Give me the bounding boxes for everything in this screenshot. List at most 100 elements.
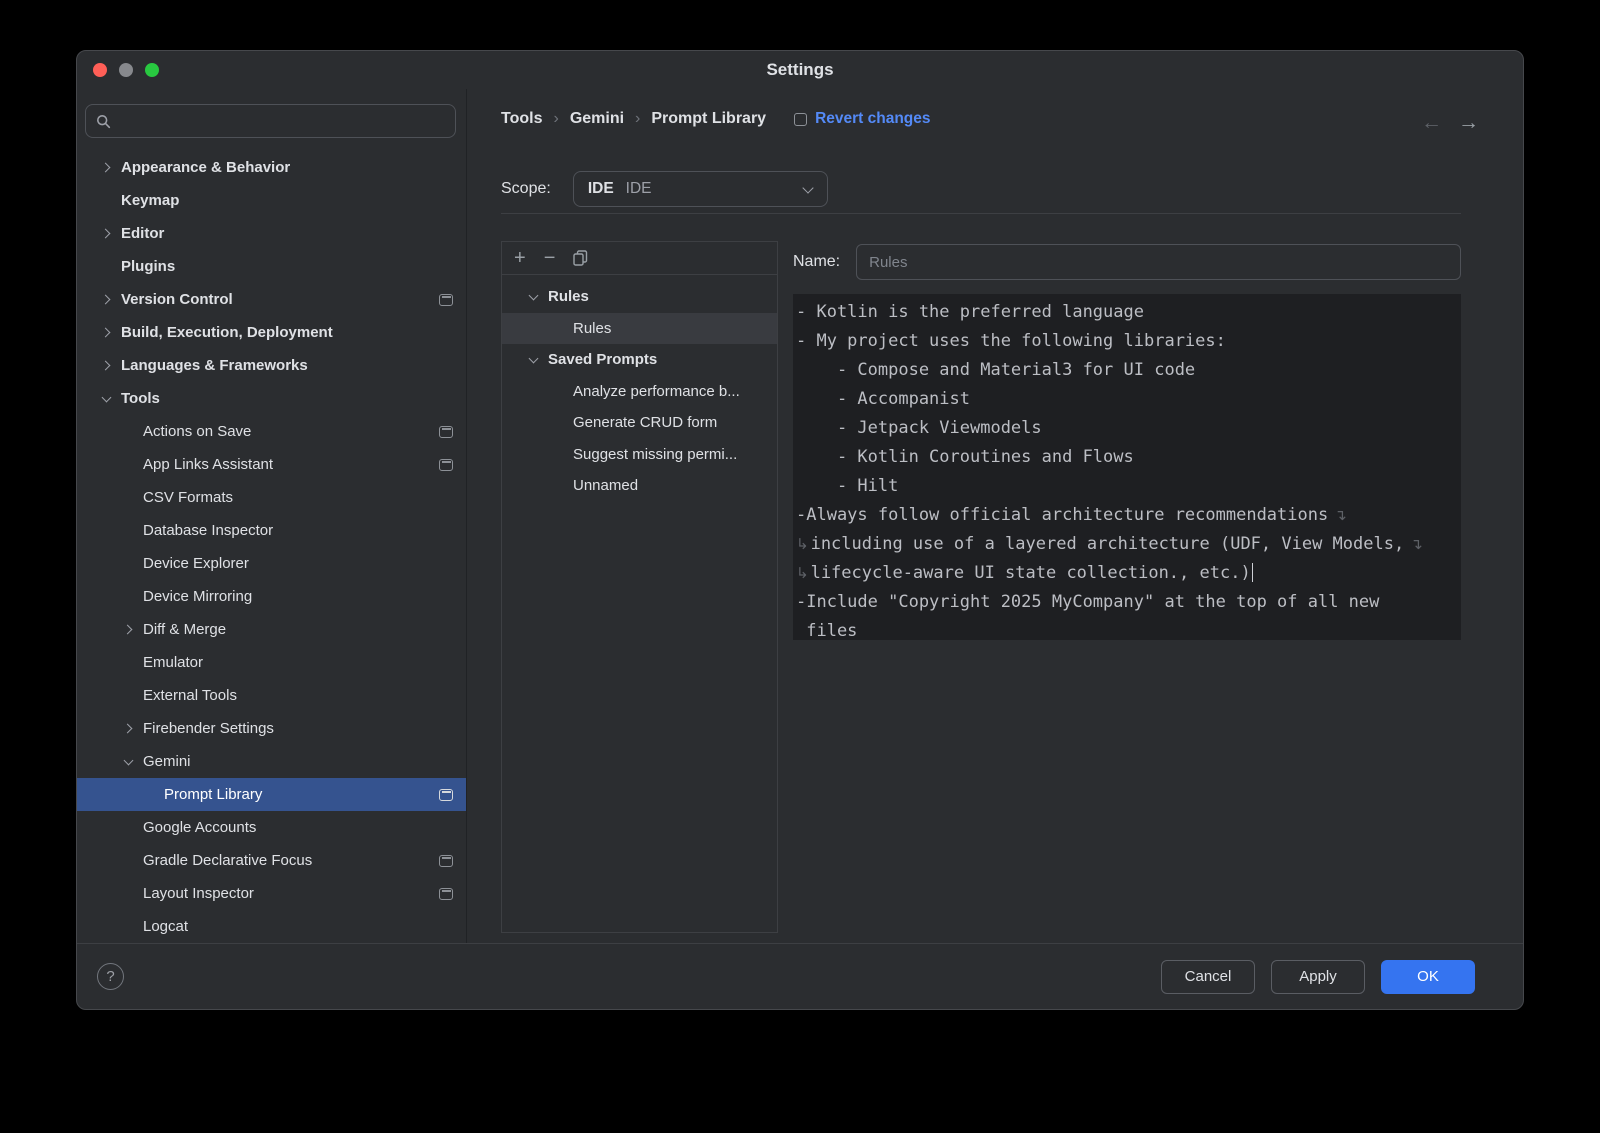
sidebar-item-prompt-library[interactable]: Prompt Library [77,778,466,811]
back-arrow-icon[interactable]: ← [1421,111,1442,135]
maximize-button[interactable] [145,63,159,77]
chevron-down-icon[interactable] [526,352,542,368]
sidebar-item-firebender-settings[interactable]: Firebender Settings [77,712,466,745]
sidebar-item-keymap[interactable]: Keymap [77,184,466,217]
prompt-item-suggest-missing-permi[interactable]: Suggest missing permi... [502,439,777,471]
chevron-spacer [121,688,137,704]
chevron-right-icon[interactable] [121,622,137,638]
sidebar-item-device-mirroring[interactable]: Device Mirroring [77,580,466,613]
sidebar-item-emulator[interactable]: Emulator [77,646,466,679]
sidebar-item-app-links-assistant[interactable]: App Links Assistant [77,448,466,481]
prompt-item-saved-prompts[interactable]: Saved Prompts [502,344,777,376]
chevron-spacer [551,320,567,336]
sidebar-item-tools[interactable]: Tools [77,382,466,415]
name-label: Name: [793,253,840,271]
prompt-item-label: Generate CRUD form [573,414,717,431]
prompt-text-editor[interactable]: - Kotlin is the preferred language- My p… [793,294,1461,640]
code-line: - Compose and Material3 for UI code [796,356,1455,385]
prompt-item-unnamed[interactable]: Unnamed [502,470,777,502]
chevron-spacer [99,259,115,275]
footer: ? Cancel Apply OK [77,943,1523,1009]
scope-label: Scope: [501,180,551,198]
sidebar-item-layout-inspector[interactable]: Layout Inspector [77,877,466,910]
sidebar-item-device-explorer[interactable]: Device Explorer [77,547,466,580]
prompt-item-generate-crud-form[interactable]: Generate CRUD form [502,407,777,439]
sidebar-item-database-inspector[interactable]: Database Inspector [77,514,466,547]
soft-wrap-end-icon: ↴ [1410,535,1423,553]
scope-select[interactable]: IDE IDE [573,171,828,207]
prompt-name-input[interactable] [856,244,1461,280]
code-line: files [796,617,1455,640]
breadcrumb-tools[interactable]: Tools [501,110,542,128]
prompt-list-toolbar: + − [502,242,777,275]
sidebar-item-version-control[interactable]: Version Control [77,283,466,316]
breadcrumb: Tools › Gemini › Prompt Library Revert c… [501,104,1461,134]
chevron-spacer [121,589,137,605]
sidebar-item-logcat[interactable]: Logcat [77,910,466,943]
titlebar: Settings [77,51,1523,89]
prompt-item-analyze-performance-b[interactable]: Analyze performance b... [502,376,777,408]
chevron-down-icon [803,184,813,194]
minimize-button[interactable] [119,63,133,77]
chevron-down-icon[interactable] [99,391,115,407]
ok-button[interactable]: OK [1381,960,1475,994]
remove-prompt-button[interactable]: − [544,248,556,268]
text-cursor [1252,563,1253,582]
chevron-right-icon[interactable] [121,721,137,737]
sidebar-item-label: Device Explorer [143,555,249,572]
window-icon [439,789,453,801]
sidebar-item-actions-on-save[interactable]: Actions on Save [77,415,466,448]
search-field[interactable] [85,104,456,138]
chevron-right-icon[interactable] [99,358,115,374]
sidebar-item-diff-merge[interactable]: Diff & Merge [77,613,466,646]
sidebar-item-label: Build, Execution, Deployment [121,324,333,341]
close-button[interactable] [93,63,107,77]
prompt-item-rules[interactable]: Rules [502,281,777,313]
window-title: Settings [766,60,833,80]
revert-changes-link[interactable]: Revert changes [794,110,930,128]
breadcrumb-gemini[interactable]: Gemini [570,110,624,128]
chevron-right-icon[interactable] [99,325,115,341]
prompt-item-rules[interactable]: Rules [502,313,777,345]
sidebar-item-label: External Tools [143,687,237,704]
chevron-right-icon[interactable] [99,292,115,308]
chevron-spacer [121,919,137,935]
chevron-spacer [121,853,137,869]
sidebar-item-appearance-behavior[interactable]: Appearance & Behavior [77,151,466,184]
apply-button[interactable]: Apply [1271,960,1365,994]
soft-wrap-start-icon: ↳ [796,535,809,553]
forward-arrow-icon[interactable]: → [1458,111,1479,135]
sidebar-item-label: Google Accounts [143,819,256,836]
chevron-right-icon[interactable] [99,226,115,242]
copy-prompt-button[interactable] [573,250,588,266]
sidebar-item-csv-formats[interactable]: CSV Formats [77,481,466,514]
chevron-spacer [551,478,567,494]
sidebar-item-gradle-declarative-focus[interactable]: Gradle Declarative Focus [77,844,466,877]
sidebar-item-gemini[interactable]: Gemini [77,745,466,778]
chevron-spacer [551,383,567,399]
chevron-down-icon[interactable] [526,289,542,305]
sidebar-item-plugins[interactable]: Plugins [77,250,466,283]
cancel-button[interactable]: Cancel [1161,960,1255,994]
code-line: - My project uses the following librarie… [796,327,1455,356]
chevron-down-icon[interactable] [121,754,137,770]
chevron-spacer [121,556,137,572]
chevron-right-icon[interactable] [99,160,115,176]
history-navigation: ← → [1421,111,1479,135]
add-prompt-button[interactable]: + [514,248,526,268]
sidebar-item-editor[interactable]: Editor [77,217,466,250]
code-text: - Compose and Material3 for UI code [796,360,1195,380]
sidebar-item-build-execution-deployment[interactable]: Build, Execution, Deployment [77,316,466,349]
window-icon [439,855,453,867]
sidebar-item-label: Firebender Settings [143,720,274,737]
help-button[interactable]: ? [97,963,124,990]
search-input[interactable] [119,113,445,130]
revert-changes-label: Revert changes [815,110,930,128]
prompt-editor-panel: Name: - Kotlin is the preferred language… [793,241,1461,933]
sidebar-item-external-tools[interactable]: External Tools [77,679,466,712]
sidebar-item-languages-frameworks[interactable]: Languages & Frameworks [77,349,466,382]
sidebar-item-google-accounts[interactable]: Google Accounts [77,811,466,844]
code-line: - Accompanist [796,385,1455,414]
divider [501,213,1461,214]
code-line: - Kotlin is the preferred language [796,298,1455,327]
